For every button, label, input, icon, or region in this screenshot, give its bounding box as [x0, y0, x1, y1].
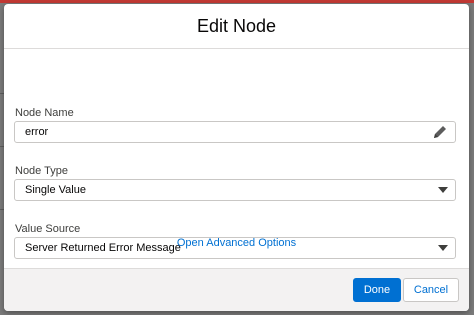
done-button[interactable]: Done	[353, 278, 401, 302]
pencil-icon-graphic	[434, 126, 446, 138]
node-name-value[interactable]: error	[25, 126, 431, 138]
node-name-label: Node Name	[15, 107, 74, 119]
cancel-button[interactable]: Cancel	[403, 278, 459, 302]
open-advanced-options-link[interactable]: Open Advanced Options	[4, 237, 469, 249]
modal-header: Edit Node	[4, 4, 469, 49]
modal-body: Node Name error Node Type Single Value V…	[4, 49, 469, 268]
node-type-select[interactable]: Single Value	[14, 179, 456, 201]
modal-footer: Done Cancel	[4, 268, 469, 311]
background-accent-strip	[0, 0, 474, 3]
chevron-down-icon	[438, 187, 448, 193]
node-type-label: Node Type	[15, 165, 69, 177]
node-type-value: Single Value	[25, 184, 86, 196]
node-name-field[interactable]: error	[14, 121, 456, 143]
value-source-label: Value Source	[15, 223, 81, 235]
pencil-icon[interactable]	[431, 123, 449, 141]
modal-title: Edit Node	[196, 15, 277, 36]
edit-node-modal: Edit Node Node Name error Node Type Sing…	[4, 4, 469, 311]
